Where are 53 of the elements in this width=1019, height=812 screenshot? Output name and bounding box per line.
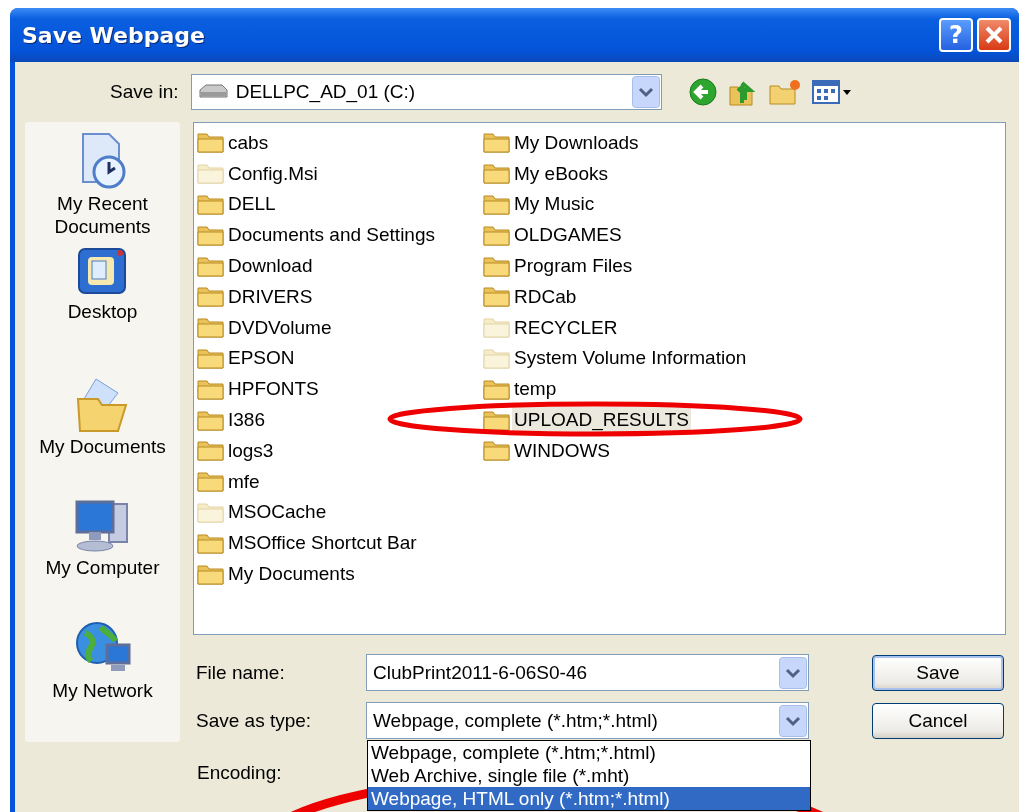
- save-in-label: Save in:: [110, 81, 179, 103]
- place-label[interactable]: My Computer: [45, 556, 160, 579]
- folder-name[interactable]: mfe: [226, 468, 262, 494]
- help-button[interactable]: ?: [939, 18, 973, 52]
- save-button[interactable]: Save: [872, 654, 1004, 691]
- folder-name[interactable]: My Documents: [226, 561, 357, 587]
- window-title: Save Webpage: [22, 22, 207, 48]
- folder-name[interactable]: My Music: [512, 191, 597, 217]
- folder-name[interactable]: Config.Msi: [226, 160, 320, 186]
- folder-name[interactable]: temp: [512, 376, 559, 402]
- folder-name[interactable]: RDCab: [512, 283, 579, 309]
- file-name-field[interactable]: ClubPrint2011-6-06S0-46: [366, 654, 809, 691]
- save-as-type-dropdown[interactable]: Webpage, complete (*.htm;*.html): [366, 702, 809, 739]
- folder-name[interactable]: OLDGAMES: [512, 222, 624, 248]
- place-label[interactable]: Desktop: [67, 300, 138, 323]
- close-icon: [984, 25, 1004, 45]
- close-button[interactable]: [977, 18, 1011, 52]
- save-in-dropdown[interactable]: DELLPC_AD_01 (C:): [190, 74, 662, 110]
- place-label[interactable]: My Network: [52, 679, 153, 702]
- file-name-label: File name:: [196, 661, 286, 684]
- save-as-type-value: Webpage, complete (*.htm;*.html): [373, 709, 659, 732]
- views-menu-icon[interactable]: [811, 79, 852, 105]
- folder-name[interactable]: Program Files: [512, 253, 635, 279]
- dropdown-option[interactable]: Webpage, HTML only (*.htm;*.html): [368, 787, 810, 810]
- folder-name[interactable]: logs3: [226, 437, 276, 463]
- folder-document-icon: [75, 377, 130, 433]
- folder-name[interactable]: I386: [226, 407, 267, 433]
- folder-name[interactable]: HPFONTS: [226, 376, 321, 402]
- folder-name[interactable]: DELL: [226, 191, 278, 217]
- folder-name[interactable]: MSOffice Shortcut Bar: [226, 530, 419, 556]
- folder-name[interactable]: MSOCache: [226, 499, 329, 525]
- save-in-value: DELLPC_AD_01 (C:): [235, 81, 417, 103]
- folder-name[interactable]: cabs: [226, 129, 271, 155]
- folder-name[interactable]: WINDOWS: [512, 437, 613, 463]
- folder-name[interactable]: Download: [226, 253, 315, 279]
- place-label[interactable]: My Documents: [39, 435, 166, 458]
- drive-icon: [197, 84, 228, 100]
- folder-name[interactable]: Documents and Settings: [226, 222, 437, 248]
- file-name-value: ClubPrint2011-6-06S0-46: [373, 661, 589, 684]
- folder-name[interactable]: UPLOAD_RESULTS: [512, 407, 691, 433]
- dropdown-option[interactable]: Web Archive, single file (*.mht): [368, 764, 810, 787]
- dropdown-option[interactable]: Webpage, complete (*.htm;*.html): [368, 741, 810, 764]
- place-label[interactable]: My Recent Documents: [27, 192, 178, 238]
- folder-name[interactable]: DRIVERS: [226, 283, 315, 309]
- cancel-button[interactable]: Cancel: [872, 702, 1004, 739]
- save-as-type-label: Save as type:: [196, 709, 313, 732]
- folder-name[interactable]: My eBooks: [512, 160, 610, 186]
- folder-name[interactable]: EPSON: [226, 345, 297, 371]
- folder-name[interactable]: System Volume Information: [512, 345, 749, 371]
- folder-name[interactable]: DVDVolume: [226, 314, 334, 340]
- folder-name[interactable]: RECYCLER: [512, 314, 620, 340]
- encoding-label: Encoding:: [197, 762, 282, 784]
- folder-name[interactable]: My Downloads: [512, 129, 641, 155]
